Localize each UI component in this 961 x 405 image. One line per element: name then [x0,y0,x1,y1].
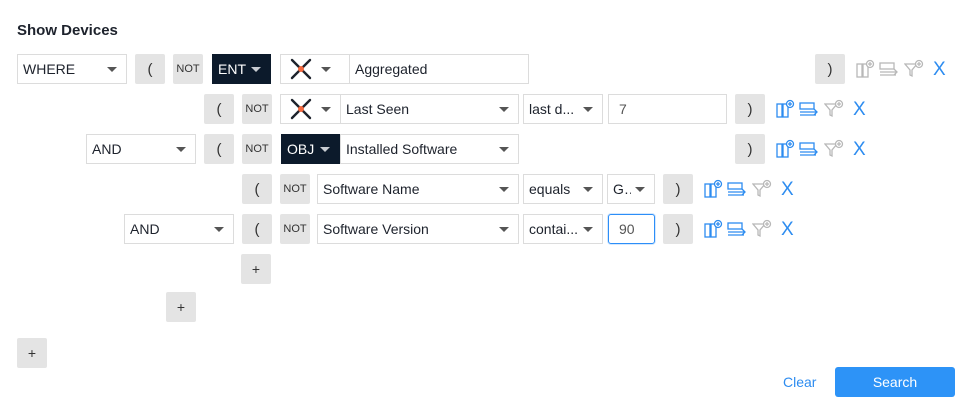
not-toggle[interactable]: NOT [280,214,310,244]
add-expression-icon[interactable] [703,179,723,199]
search-button[interactable]: Search [835,367,955,397]
add-expression-icon[interactable] [775,139,795,159]
add-obj-expression-button[interactable]: + [166,292,196,322]
operator-select[interactable]: contai... [523,214,603,244]
open-paren-button[interactable]: ( [204,94,234,124]
remove-expression-icon[interactable]: X [781,220,794,240]
remove-expression-icon[interactable]: X [853,100,866,120]
add-expression-icon[interactable] [775,99,795,119]
close-paren-button[interactable]: ) [815,54,845,84]
remove-expression-icon[interactable]: X [933,60,946,80]
open-paren-button[interactable]: ( [242,174,272,204]
field-select[interactable]: Installed Software [340,134,519,164]
context-select[interactable]: OBJ [281,134,340,164]
close-paren-button[interactable]: ) [735,94,765,124]
chevron-down-icon [321,106,331,112]
operator-select[interactable]: equals [523,174,603,204]
logic-select-value: AND [130,221,160,237]
chevron-down-icon [107,66,117,72]
field-select-value: Installed Software [346,141,458,157]
entity-field[interactable]: Aggregated [349,54,529,84]
clear-link[interactable]: Clear [783,374,816,390]
obj-icon[interactable] [727,179,747,199]
remove-expression-icon[interactable]: X [781,180,794,200]
context-select-value: ENT [218,61,246,77]
filter-outdated-icon[interactable] [903,59,924,79]
field-select[interactable]: Software Name [317,174,519,204]
remove-expression-icon[interactable]: X [853,140,866,160]
chevron-down-icon [499,146,509,152]
logic-select[interactable]: WHERE [17,54,127,84]
open-paren-button[interactable]: ( [242,214,272,244]
close-paren-button[interactable]: ) [663,174,693,204]
chevron-down-icon [583,186,593,192]
add-nested-expression-button[interactable]: + [241,254,271,284]
operator-select-value: last d... [529,101,575,117]
value-input[interactable]: 7 [608,94,727,124]
adapter-select[interactable] [280,94,342,124]
chevron-down-icon [499,186,509,192]
not-toggle[interactable]: NOT [242,134,272,164]
filter-outdated-icon[interactable] [751,219,772,239]
chevron-down-icon [321,66,331,72]
chevron-down-icon [320,146,330,152]
open-paren-button[interactable]: ( [135,54,165,84]
operator-select-value: contai... [529,221,579,237]
logic-select[interactable]: AND [86,134,196,164]
close-paren-button[interactable]: ) [663,214,693,244]
obj-icon[interactable] [799,99,819,119]
value-select-value: G... [613,181,631,197]
not-toggle[interactable]: NOT [173,54,203,84]
filter-outdated-icon[interactable] [823,139,844,159]
logic-select-value: WHERE [23,61,76,77]
chevron-down-icon [583,106,593,112]
filter-outdated-icon[interactable] [751,179,772,199]
field-select-value: Software Version [323,221,429,237]
field-select[interactable]: Last Seen [340,94,519,124]
obj-icon[interactable] [879,59,899,79]
filter-outdated-icon[interactable] [823,99,844,119]
not-toggle[interactable]: NOT [242,94,272,124]
field-select-value: Software Name [323,181,420,197]
operator-select-value: equals [529,181,571,197]
field-select[interactable]: Software Version [317,214,519,244]
chevron-down-icon [499,226,509,232]
chevron-down-icon [176,146,186,152]
chevron-down-icon [251,66,261,72]
field-select-value: Last Seen [346,101,410,117]
value-select[interactable]: G... [607,174,655,204]
obj-icon[interactable] [727,219,747,239]
chevron-down-icon [635,186,645,192]
not-toggle[interactable]: NOT [280,174,310,204]
logic-select[interactable]: AND [124,214,234,244]
add-expression-button[interactable]: + [17,338,47,368]
chevron-down-icon [499,106,509,112]
operator-select[interactable]: last d... [523,94,603,124]
context-select[interactable]: ENT [212,54,271,84]
chevron-down-icon [583,226,593,232]
value-input[interactable]: 90 [608,214,655,244]
page-title: Show Devices [17,22,118,39]
open-paren-button[interactable]: ( [204,134,234,164]
close-paren-button[interactable]: ) [735,134,765,164]
aggregated-logo-icon [281,55,321,83]
chevron-down-icon [214,226,224,232]
add-expression-icon[interactable] [703,219,723,239]
add-expression-icon[interactable] [855,59,875,79]
context-select-value: OBJ [287,141,315,157]
adapter-select[interactable] [280,54,350,84]
logic-select-value: AND [92,141,122,157]
aggregated-logo-icon [281,95,321,123]
obj-icon[interactable] [799,139,819,159]
